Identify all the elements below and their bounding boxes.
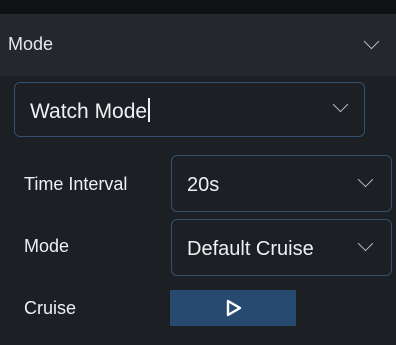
mode-value: Default Cruise xyxy=(187,238,314,260)
settings-panel: Mode Watch Mode Time Interval 20s Mode D… xyxy=(0,0,396,345)
top-strip xyxy=(0,0,396,14)
play-icon xyxy=(226,299,242,317)
mode-select[interactable]: Default Cruise xyxy=(171,219,392,276)
cruise-play-button[interactable] xyxy=(170,290,296,326)
watch-mode-select[interactable]: Watch Mode xyxy=(14,82,365,137)
chevron-down-icon[interactable] xyxy=(363,33,380,50)
chevron-down-icon[interactable] xyxy=(357,235,374,252)
chevron-down-icon[interactable] xyxy=(357,171,374,188)
text-cursor xyxy=(148,98,150,122)
time-interval-value: 20s xyxy=(187,174,220,196)
chevron-down-icon[interactable] xyxy=(332,96,349,113)
time-interval-label: Time Interval xyxy=(24,174,128,194)
watch-mode-value: Watch Mode xyxy=(30,98,150,124)
section-title: Mode xyxy=(8,34,54,54)
mode-label: Mode xyxy=(24,236,70,256)
time-interval-select[interactable]: 20s xyxy=(171,155,392,212)
cruise-label: Cruise xyxy=(24,298,77,318)
mode-section-header[interactable]: Mode xyxy=(0,14,396,76)
